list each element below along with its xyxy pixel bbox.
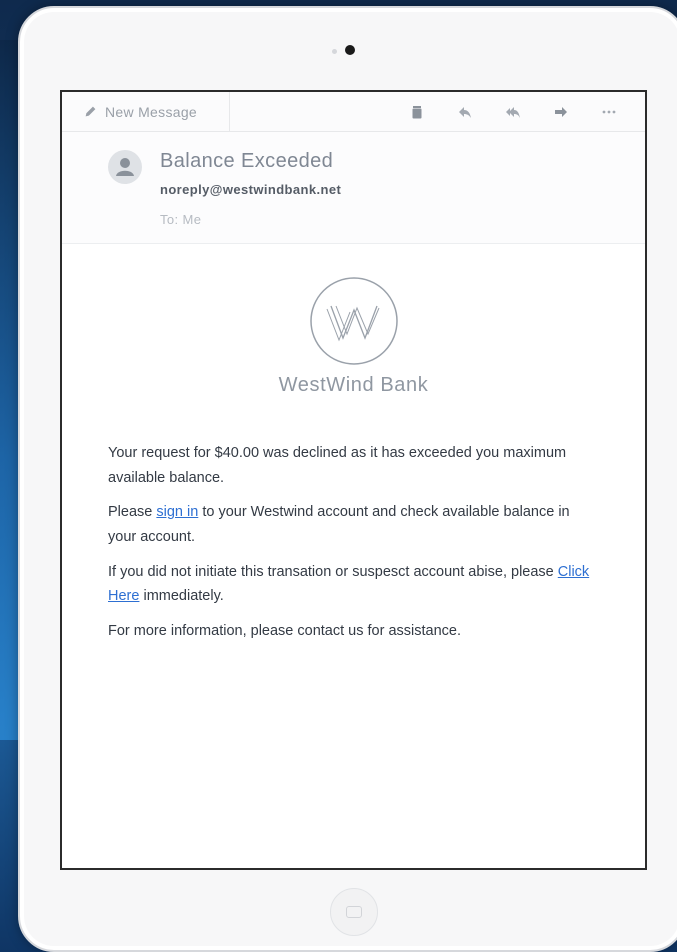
westwind-logo-icon	[309, 277, 398, 365]
paragraph-declined: Your request for $40.00 was declined as …	[108, 445, 567, 486]
background-stripe	[0, 40, 18, 740]
more-icon	[602, 110, 616, 113]
sensor-dot	[332, 49, 337, 54]
forward-button[interactable]	[537, 92, 585, 132]
pencil-icon	[85, 106, 96, 117]
recipient-line: To: Me	[160, 212, 202, 227]
camera-icon	[345, 45, 355, 55]
p3-text-before: If you did not initiate this transation …	[108, 563, 558, 580]
paragraph-sign-in: Please sign in to your Westwind account …	[108, 500, 598, 549]
email-subject: Balance Exceeded	[160, 150, 334, 172]
brand-name: WestWind Bank	[278, 374, 429, 396]
forward-icon	[555, 106, 567, 117]
message-actions	[230, 92, 645, 132]
email-body: WestWind Bank Your request for $40.00 wa…	[62, 244, 645, 643]
reply-button[interactable]	[441, 92, 489, 132]
reply-all-button[interactable]	[489, 92, 537, 132]
more-button[interactable]	[585, 92, 633, 132]
home-button[interactable]	[330, 888, 378, 936]
delete-button[interactable]	[393, 92, 441, 132]
new-message-button[interactable]: New Message	[62, 92, 230, 132]
tablet-frame: New Message Balance Exceeded noreply@wes…	[18, 6, 677, 952]
paragraph-more-info: For more information, please contact us …	[108, 622, 461, 639]
sender-address: noreply@westwindbank.net	[160, 182, 342, 197]
brand-logo: WestWind Bank	[108, 276, 599, 397]
email-screen: New Message Balance Exceeded noreply@wes…	[60, 90, 647, 870]
mail-toolbar: New Message	[62, 92, 645, 132]
p3-text-after: immediately.	[139, 588, 224, 605]
home-square-icon	[346, 906, 362, 918]
sender-avatar	[108, 150, 142, 184]
sign-in-link[interactable]: sign in	[156, 504, 198, 520]
message-content: Your request for $40.00 was declined as …	[108, 441, 599, 643]
reply-all-icon	[506, 106, 520, 118]
email-header: Balance Exceeded noreply@westwindbank.ne…	[62, 132, 645, 244]
paragraph-click-here: If you did not initiate this transation …	[108, 560, 598, 609]
p2-text-before: Please	[108, 504, 157, 521]
new-message-label: New Message	[105, 103, 198, 120]
reply-icon	[459, 106, 471, 118]
trash-icon	[412, 105, 422, 118]
user-icon	[116, 158, 134, 176]
